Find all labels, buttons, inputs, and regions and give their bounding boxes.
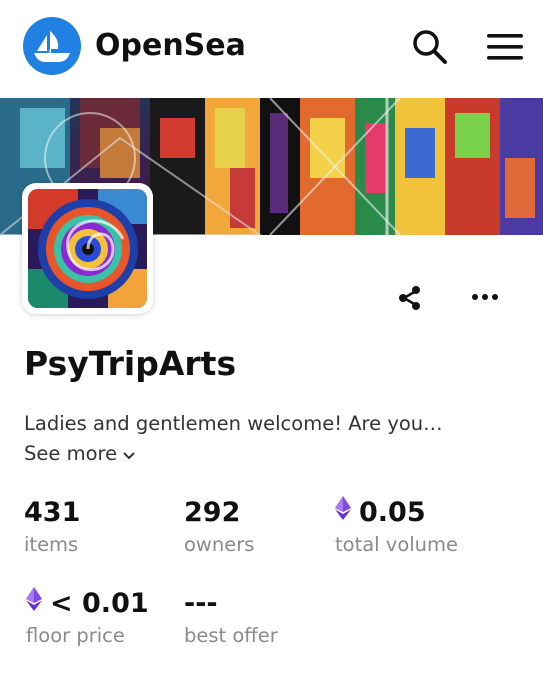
chevron-down-icon: [123, 441, 135, 469]
opensea-logo-icon[interactable]: [23, 17, 81, 75]
stat-total-volume: 0.05 total volume: [335, 495, 459, 558]
stat-floor-price: < 0.01 floor price: [26, 586, 149, 649]
stat-value: 292: [184, 497, 241, 528]
ethereum-icon: [335, 495, 351, 529]
collection-description: Ladies and gentlemen welcome! Are you…: [24, 412, 443, 435]
see-more-label: See more: [24, 442, 118, 465]
stat-label: items: [24, 533, 79, 556]
stat-owners: 292 owners: [184, 496, 254, 558]
search-icon[interactable]: [410, 27, 450, 67]
stat-value: 431: [24, 497, 81, 528]
top-bar: OpenSea: [0, 0, 543, 98]
stat-best-offer: --- best offer: [184, 587, 278, 649]
stat-label: owners: [184, 533, 255, 556]
hamburger-menu-icon[interactable]: [486, 30, 524, 64]
share-icon[interactable]: [396, 284, 424, 312]
stat-value: < 0.01: [50, 588, 149, 619]
ethereum-icon: [26, 586, 42, 620]
stat-label: floor price: [26, 624, 125, 647]
see-more-button[interactable]: See more: [24, 440, 135, 469]
stat-value: ---: [184, 588, 218, 619]
stat-label: total volume: [335, 533, 459, 556]
brand-name[interactable]: OpenSea: [95, 26, 246, 66]
collection-name: PsyTripArts: [24, 344, 237, 383]
stat-items: 431 items: [24, 496, 80, 558]
stat-value: 0.05: [359, 497, 426, 528]
collection-avatar-image: [28, 189, 147, 308]
collection-avatar: [22, 183, 153, 314]
more-options-icon[interactable]: [470, 286, 500, 308]
stat-label: best offer: [184, 624, 278, 647]
